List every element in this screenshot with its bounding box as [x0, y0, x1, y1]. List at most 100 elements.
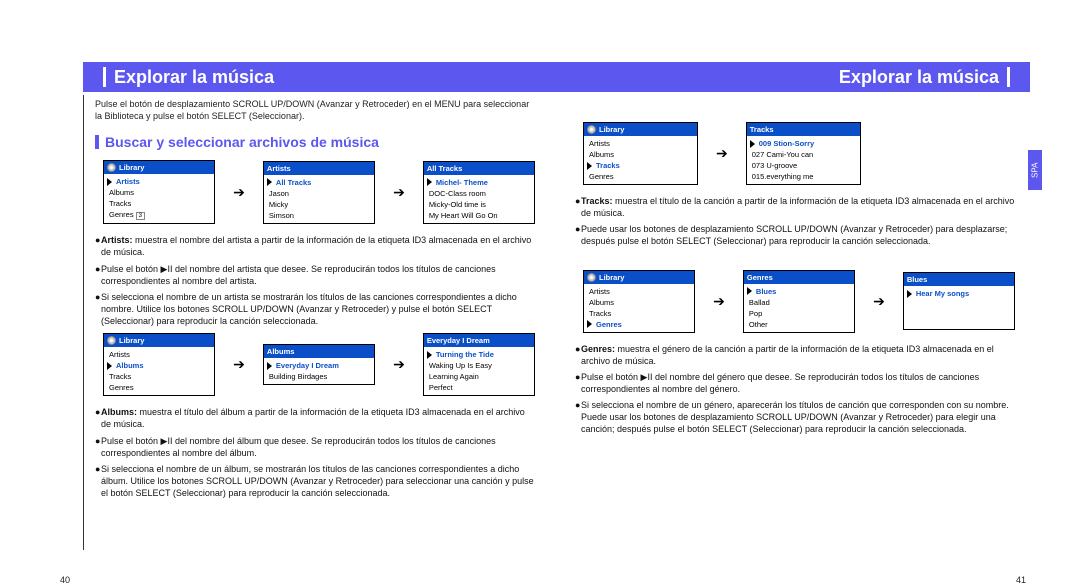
bullet-lead: Albums:	[101, 407, 137, 417]
screen-title-text: Albums	[267, 347, 295, 356]
bullet-text: muestra el género de la canción a partir…	[581, 344, 994, 366]
bullet-text: Pulse el botón ▶II del nombre del artist…	[101, 263, 535, 287]
screen-album-tracks: Everyday I Dream Turning the Tide Waking…	[423, 333, 535, 396]
screen-genres: Genres Blues Ballad Pop Other	[743, 270, 855, 333]
list-item: DOC-Class room	[427, 188, 531, 199]
section-bar-icon	[95, 135, 99, 149]
list-item: Hear My songs	[914, 288, 971, 299]
list-item: 015.everything me	[750, 171, 857, 182]
bullet-text: muestra el título del álbum a partir de …	[101, 407, 525, 429]
list-item: Waking Up Is Easy	[427, 360, 531, 371]
page-number-right: 41	[1016, 575, 1026, 585]
list-item: Blues	[754, 286, 778, 297]
list-item: Genres3	[107, 209, 211, 221]
pointer-icon	[107, 178, 112, 186]
right-column: Library Artists Albums Tracks Genres ➔ T…	[575, 98, 1015, 440]
screen-title-text: Tracks	[750, 125, 774, 134]
bullet-block-genres: ●Genres: muestra el género de la canción…	[575, 343, 1015, 436]
list-item: Genres	[594, 319, 624, 330]
header-title-left: Explorar la música	[114, 67, 274, 88]
page-number-left: 40	[60, 575, 70, 585]
screen-title-text: Blues	[907, 275, 927, 284]
list-item: Genres	[107, 382, 211, 393]
bullet-lead: Tracks:	[581, 196, 613, 206]
bullet-lead: Genres:	[581, 344, 615, 354]
screen-title-text: Library	[119, 336, 144, 345]
screen-library: Library Artists Albums Tracks Genres	[583, 270, 695, 333]
list-item: Perfect	[427, 382, 531, 393]
list-item: Other	[747, 319, 851, 330]
list-item: All Tracks	[274, 177, 313, 188]
pointer-icon	[750, 140, 755, 148]
screen-title-text: Library	[599, 273, 624, 282]
list-item: Learning Again	[427, 371, 531, 382]
list-item: Artists	[107, 349, 211, 360]
screen-row-albums: Library Artists Albums Tracks Genres ➔ A…	[103, 333, 535, 396]
list-item: Pop	[747, 308, 851, 319]
screen-title-text: Genres	[747, 273, 773, 282]
screen-row-artists: Library Artists Albums Tracks Genres3 ➔ …	[103, 160, 535, 224]
list-item: 073 U-groove	[750, 160, 857, 171]
disc-icon	[587, 125, 596, 134]
header-bar: Explorar la música Explorar la música	[83, 62, 1030, 92]
list-item: Albums	[587, 149, 694, 160]
bullet-text: Si selecciona el nombre de un artista se…	[101, 291, 535, 327]
bullet-text: muestra el título de la canción a partir…	[581, 196, 1014, 218]
screen-row-genres: Library Artists Albums Tracks Genres ➔ G…	[583, 270, 1015, 333]
language-tab: SPA	[1028, 150, 1042, 190]
disc-icon	[587, 273, 596, 282]
list-item: Artists	[587, 286, 691, 297]
pointer-icon	[427, 351, 432, 359]
margin-rule	[83, 95, 84, 550]
list-item: Micky	[267, 199, 371, 210]
header-title-right: Explorar la música	[839, 67, 999, 88]
pointer-icon	[587, 320, 592, 328]
bullet-text: Si selecciona el nombre de un género, ap…	[581, 399, 1015, 435]
pointer-icon	[747, 287, 752, 295]
bullet-text: Pulse el botón ▶II del nombre del género…	[581, 371, 1015, 395]
screen-albums: Albums Everyday I Dream Building Birdage…	[263, 344, 375, 385]
arrow-right-icon: ➔	[393, 356, 405, 373]
screen-title-text: All Tracks	[427, 164, 462, 173]
list-item: Tracks	[594, 160, 622, 171]
screen-library: Library Artists Albums Tracks Genres	[583, 122, 698, 185]
pointer-icon	[907, 290, 912, 298]
list-item: Artists	[114, 176, 142, 187]
list-item: 027 Cami-You can	[750, 149, 857, 160]
list-item: Turning the Tide	[434, 349, 496, 360]
pointer-icon	[267, 178, 272, 186]
bullet-block-artists: ●Artists: muestra el nombre del artista …	[95, 234, 535, 327]
screen-title-text: Everyday I Dream	[427, 336, 490, 345]
section-heading: Buscar y seleccionar archivos de música	[105, 134, 379, 150]
screen-artists: Artists All Tracks Jason Micky Simson	[263, 161, 375, 224]
list-item: Michel- Theme	[434, 177, 490, 188]
count-box: 3	[136, 212, 145, 220]
list-item: 009 Stion-Sorry	[757, 138, 816, 149]
pointer-icon	[107, 362, 112, 370]
arrow-right-icon: ➔	[393, 184, 405, 201]
arrow-right-icon: ➔	[233, 356, 245, 373]
header-pipe-icon	[1007, 67, 1010, 87]
bullet-text: Puede usar los botones de desplazamiento…	[581, 223, 1015, 247]
bullet-block-tracks: ●Tracks: muestra el título de la canción…	[575, 195, 1015, 248]
intro-text: Pulse el botón de desplazamiento SCROLL …	[95, 98, 535, 122]
arrow-right-icon: ➔	[713, 293, 725, 310]
list-item: Tracks	[587, 308, 691, 319]
list-item: Simson	[267, 210, 371, 221]
list-item: Building Birdages	[267, 371, 371, 382]
list-item: Everyday I Dream	[274, 360, 341, 371]
bullet-text: Pulse el botón ▶II del nombre del álbum …	[101, 435, 535, 459]
list-item: Albums	[114, 360, 146, 371]
list-item: Artists	[587, 138, 694, 149]
list-item: Tracks	[107, 371, 211, 382]
screen-genre-tracks: Blues Hear My songs	[903, 272, 1015, 330]
pointer-icon	[427, 178, 432, 186]
pointer-icon	[587, 162, 592, 170]
list-item: Albums	[587, 297, 691, 308]
screen-row-tracks: Library Artists Albums Tracks Genres ➔ T…	[583, 122, 1015, 185]
pointer-icon	[267, 362, 272, 370]
list-item: Micky-Old time is	[427, 199, 531, 210]
screen-title-text: Library	[599, 125, 624, 134]
list-item: Jason	[267, 188, 371, 199]
header-pipe-icon	[103, 67, 106, 87]
